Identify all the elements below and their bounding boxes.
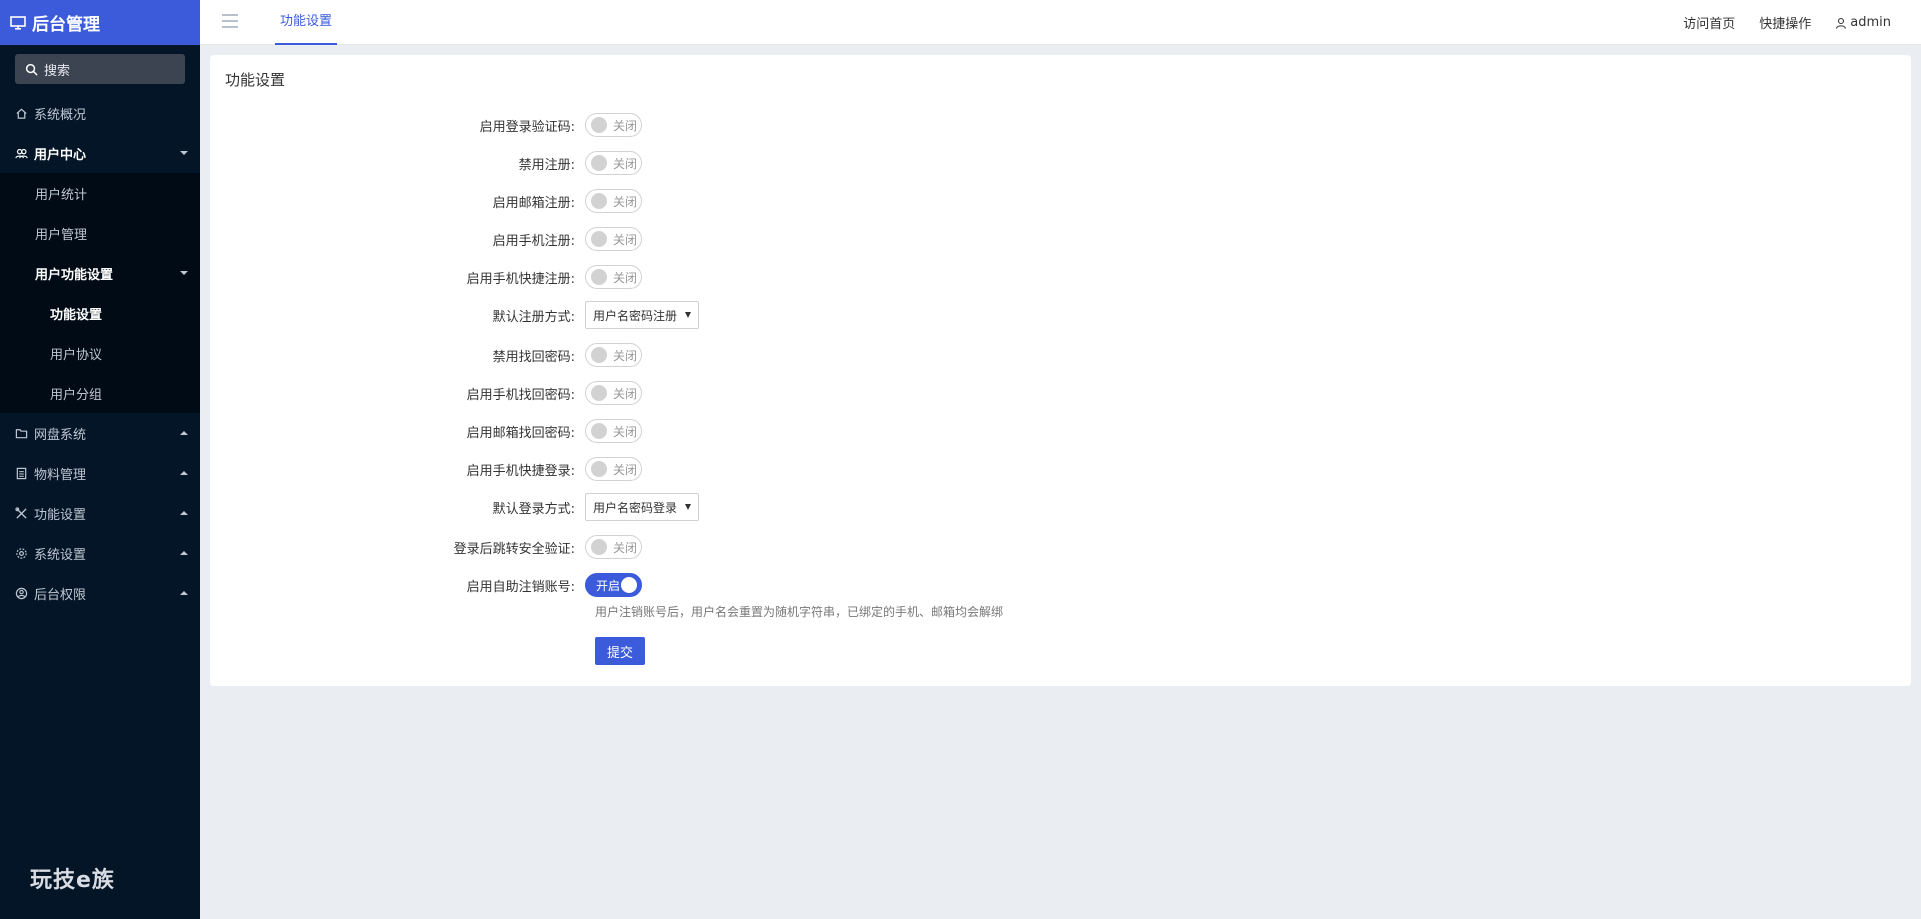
phone-register-toggle[interactable]: 关闭	[585, 227, 642, 251]
folder-icon	[15, 428, 28, 438]
form-row-email-password-recovery: 启用邮箱找回密码: 关闭	[210, 416, 642, 446]
menu-toggle-icon[interactable]	[222, 14, 238, 28]
tools-icon	[15, 506, 27, 519]
chevron-up-icon	[180, 551, 188, 555]
monitor-icon	[10, 15, 26, 30]
header-links: 访问首页 快捷操作 admin	[1659, 0, 1891, 45]
form-row-post-login-security: 登录后跳转安全验证: 关闭	[210, 532, 642, 562]
settings-card: 功能设置 启用登录验证码: 关闭 禁用注册: 关闭 启用邮箱注册: 关闭 启用手…	[210, 55, 1911, 686]
sidebar-item-system-settings[interactable]: 系统设置	[0, 533, 200, 573]
gear-icon	[16, 547, 27, 559]
form-row-email-register: 启用邮箱注册: 关闭	[210, 186, 642, 216]
users-icon	[15, 148, 28, 158]
user-icon	[1836, 17, 1847, 29]
username: admin	[1850, 15, 1891, 30]
search-input[interactable]: 搜索	[15, 54, 185, 84]
default-login-method-select[interactable]: 用户名密码登录	[585, 493, 699, 521]
form-row-login-captcha: 启用登录验证码: 关闭	[210, 110, 642, 140]
home-icon	[16, 108, 27, 119]
sidebar-item-feature-settings[interactable]: 功能设置	[0, 293, 200, 333]
search-icon	[25, 63, 38, 76]
sidebar-item-admin-permissions[interactable]: 后台权限	[0, 573, 200, 613]
form-row-phone-quick-login: 启用手机快捷登录: 关闭	[210, 454, 642, 484]
form-row-phone-quick-register: 启用手机快捷注册: 关闭	[210, 262, 642, 292]
brand-title: 后台管理	[32, 15, 100, 35]
email-password-recovery-toggle[interactable]: 关闭	[585, 419, 642, 443]
form-row-disable-password-recovery: 禁用找回密码: 关闭	[210, 340, 642, 370]
sidebar-item-user-management[interactable]: 用户管理	[0, 213, 200, 253]
top-header: 功能设置 访问首页 快捷操作 admin	[200, 0, 1921, 45]
sidebar-item-user-center[interactable]: 用户中心	[0, 133, 200, 173]
deactivation-hint: 用户注销账号后，用户名会重置为随机字符串，已绑定的手机、邮箱均会解绑	[595, 605, 1004, 619]
sidebar-item-function-settings[interactable]: 功能设置	[0, 493, 200, 533]
dropdown-arrow-icon	[685, 312, 691, 318]
sidebar-item-user-groups[interactable]: 用户分组	[0, 373, 200, 413]
disable-register-toggle[interactable]: 关闭	[585, 151, 642, 175]
sidebar: 后台管理 搜索 系统概况 用户中心 用户统计 用户管理 用户功能设置 功能设置 …	[0, 0, 200, 919]
brand-header[interactable]: 后台管理	[0, 0, 200, 45]
phone-quick-register-toggle[interactable]: 关闭	[585, 265, 642, 289]
sidebar-item-user-stats[interactable]: 用户统计	[0, 173, 200, 213]
visit-home-link[interactable]: 访问首页	[1683, 13, 1735, 32]
email-register-toggle[interactable]: 关闭	[585, 189, 642, 213]
submit-button[interactable]: 提交	[595, 637, 645, 665]
chevron-down-icon	[180, 271, 188, 275]
tab-feature-settings[interactable]: 功能设置	[275, 0, 338, 45]
form-row-phone-register: 启用手机注册: 关闭	[210, 224, 642, 254]
login-captcha-toggle[interactable]: 关闭	[585, 113, 642, 137]
form-row-self-deactivation: 启用自助注销账号: 开启	[210, 570, 642, 600]
sidebar-item-user-agreement[interactable]: 用户协议	[0, 333, 200, 373]
sidebar-item-overview[interactable]: 系统概况	[0, 93, 200, 133]
form-row-phone-password-recovery: 启用手机找回密码: 关闭	[210, 378, 642, 408]
self-deactivation-toggle[interactable]: 开启	[585, 573, 642, 597]
sidebar-menu-rest: 网盘系统 物料管理 功能设置 系统设置 后台权限	[0, 413, 200, 613]
sidebar-item-materials[interactable]: 物料管理	[0, 453, 200, 493]
search-label: 搜索	[44, 63, 71, 79]
form-row-disable-register: 禁用注册: 关闭	[210, 148, 642, 178]
sidebar-item-user-feature-settings[interactable]: 用户功能设置	[0, 253, 200, 293]
chevron-up-icon	[180, 511, 188, 515]
phone-quick-login-toggle[interactable]: 关闭	[585, 457, 642, 481]
user-menu[interactable]: admin	[1835, 15, 1891, 30]
document-icon	[16, 467, 27, 479]
user-circle-icon	[15, 587, 28, 599]
quick-actions-link[interactable]: 快捷操作	[1759, 13, 1811, 32]
form-row-default-login-method: 默认登录方式: 用户名密码登录	[210, 492, 699, 522]
chevron-up-icon	[180, 431, 188, 435]
form-row-default-register-method: 默认注册方式: 用户名密码注册	[210, 300, 699, 330]
default-register-method-select[interactable]: 用户名密码注册	[585, 301, 699, 329]
disable-password-recovery-toggle[interactable]: 关闭	[585, 343, 642, 367]
sidebar-item-cloud-disk[interactable]: 网盘系统	[0, 413, 200, 453]
submenu-user-center: 用户统计 用户管理 用户功能设置 功能设置 用户协议 用户分组	[0, 173, 200, 413]
footer-logo: 玩技e族	[30, 868, 115, 893]
chevron-up-icon	[180, 591, 188, 595]
submenu-user-feature-settings: 功能设置 用户协议 用户分组	[0, 293, 200, 413]
sidebar-menu: 系统概况 用户中心	[0, 93, 200, 173]
chevron-up-icon	[180, 471, 188, 475]
chevron-down-icon	[180, 151, 188, 155]
post-login-security-toggle[interactable]: 关闭	[585, 535, 642, 559]
dropdown-arrow-icon	[685, 504, 691, 510]
phone-password-recovery-toggle[interactable]: 关闭	[585, 381, 642, 405]
page-title: 功能设置	[225, 71, 286, 89]
